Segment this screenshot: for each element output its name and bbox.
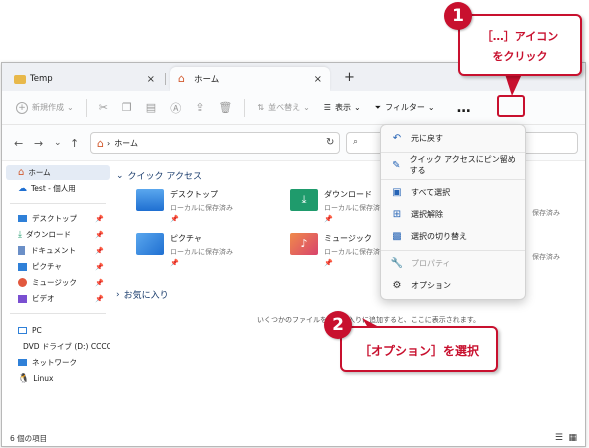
callout-two-text: ［オプション］を選択	[358, 344, 479, 358]
callout-one-text: ［…］アイコン	[481, 30, 559, 43]
callout-one-text: をクリック	[492, 50, 548, 63]
step-badge-one: 1	[444, 2, 472, 30]
callout-one-pointer	[505, 74, 522, 96]
step-badge-two: 2	[324, 311, 352, 339]
callout-one: ［…］アイコン をクリック	[458, 14, 582, 76]
callout-two: ［オプション］を選択	[340, 326, 498, 372]
